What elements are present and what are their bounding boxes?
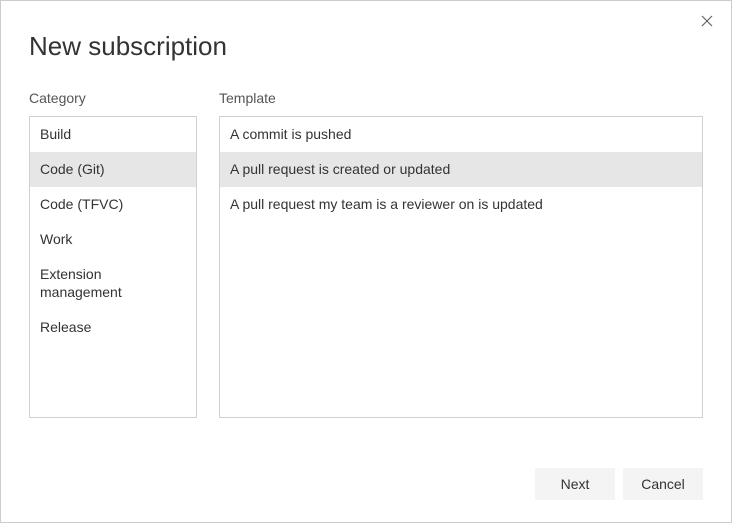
template-item[interactable]: A pull request is created or updated: [220, 152, 702, 187]
category-label: Category: [29, 90, 197, 106]
template-item[interactable]: A commit is pushed: [220, 117, 702, 152]
template-label: Template: [219, 90, 703, 106]
category-item[interactable]: Release: [30, 310, 196, 345]
template-item[interactable]: A pull request my team is a reviewer on …: [220, 187, 702, 222]
category-item[interactable]: Build: [30, 117, 196, 152]
close-icon: [701, 15, 713, 27]
dialog-footer: Next Cancel: [535, 468, 703, 500]
category-item[interactable]: Extension management: [30, 257, 196, 311]
category-item[interactable]: Work: [30, 222, 196, 257]
category-item[interactable]: Code (TFVC): [30, 187, 196, 222]
category-column: Category BuildCode (Git)Code (TFVC)WorkE…: [29, 90, 197, 418]
cancel-button[interactable]: Cancel: [623, 468, 703, 500]
template-column: Template A commit is pushedA pull reques…: [219, 90, 703, 418]
category-item[interactable]: Code (Git): [30, 152, 196, 187]
content-columns: Category BuildCode (Git)Code (TFVC)WorkE…: [1, 62, 731, 418]
next-button[interactable]: Next: [535, 468, 615, 500]
template-listbox[interactable]: A commit is pushedA pull request is crea…: [219, 116, 703, 418]
category-listbox[interactable]: BuildCode (Git)Code (TFVC)WorkExtension …: [29, 116, 197, 418]
close-button[interactable]: [699, 13, 715, 29]
dialog-title: New subscription: [1, 1, 731, 62]
